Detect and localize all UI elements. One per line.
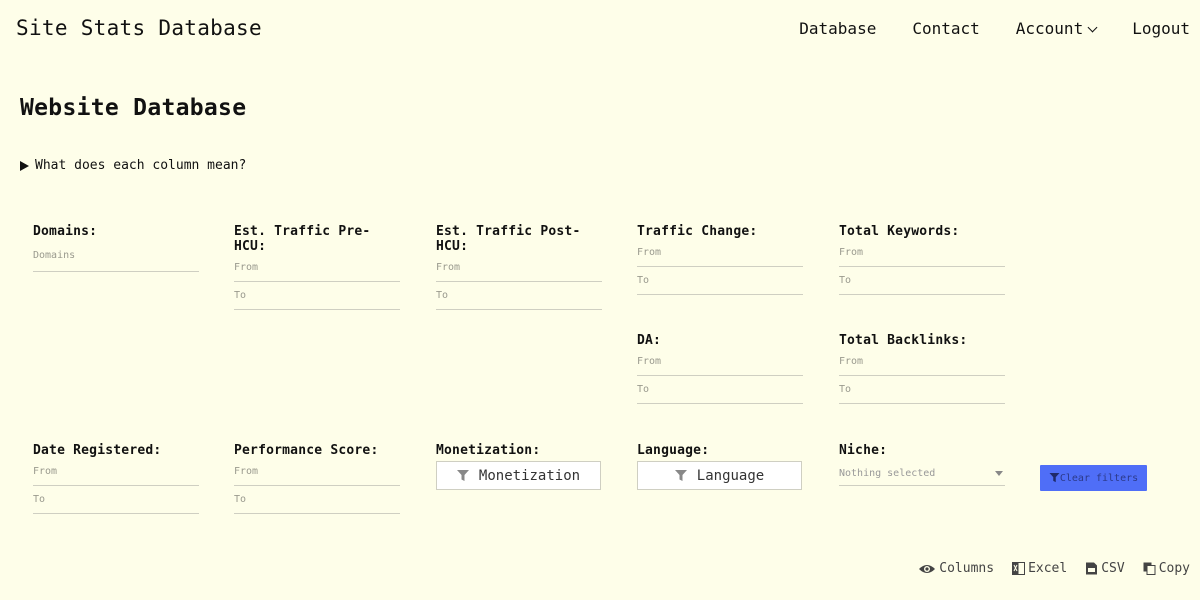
domains-input[interactable]: [33, 239, 199, 272]
filter-total-keywords: Total Keywords:: [839, 224, 1005, 295]
page-title: Website Database: [20, 95, 247, 121]
filter-label: Language:: [637, 443, 710, 458]
monetization-button[interactable]: Monetization: [436, 461, 601, 490]
filter-label: Niche:: [839, 443, 888, 458]
columns-button[interactable]: Columns: [918, 561, 994, 576]
filter-da: DA:: [637, 333, 803, 404]
keywords-to-input[interactable]: [839, 267, 1005, 295]
language-button[interactable]: Language: [637, 461, 802, 490]
filter-total-backlinks: Total Backlinks:: [839, 333, 1005, 404]
traffic-post-from-input[interactable]: [436, 254, 602, 282]
filter-label: Date Registered:: [33, 443, 162, 458]
eye-icon: [919, 564, 936, 573]
nav-account-label: Account: [1015, 19, 1084, 38]
traffic-post-to-input[interactable]: [436, 282, 602, 310]
column-help-label: What does each column mean?: [35, 158, 247, 173]
filter-label: Traffic Change:: [637, 224, 758, 239]
da-to-input[interactable]: [637, 376, 803, 404]
filter-label: Total Keywords:: [839, 224, 960, 239]
filter-label: Domains:: [33, 224, 98, 239]
nav-link-account[interactable]: Account: [1015, 19, 1098, 38]
excel-icon: [1012, 562, 1026, 575]
filter-domains: Domains:: [33, 224, 199, 272]
excel-label: Excel: [1028, 561, 1068, 576]
filter-label: Est. Traffic Post-HCU:: [436, 224, 581, 254]
monetization-button-label: Monetization: [478, 467, 581, 484]
copy-label: Copy: [1158, 561, 1190, 576]
filter-traffic-post: Est. Traffic Post-HCU:: [436, 224, 602, 310]
csv-button[interactable]: CSV: [1085, 561, 1125, 576]
performance-from-input[interactable]: [234, 458, 400, 486]
traffic-change-to-input[interactable]: [637, 267, 803, 295]
da-from-input[interactable]: [637, 348, 803, 376]
nav-link-logout[interactable]: Logout: [1132, 19, 1190, 38]
keywords-from-input[interactable]: [839, 239, 1005, 267]
filter-traffic-pre: Est. Traffic Pre-HCU:: [234, 224, 400, 310]
csv-file-icon: [1086, 562, 1098, 575]
filter-clear-icon: [1049, 473, 1060, 483]
csv-label: CSV: [1101, 561, 1125, 576]
table-tools: Columns Excel CSV Copy: [918, 561, 1190, 576]
traffic-change-from-input[interactable]: [637, 239, 803, 267]
traffic-pre-from-input[interactable]: [234, 254, 400, 282]
language-button-label: Language: [696, 467, 765, 484]
copy-icon: [1143, 562, 1156, 575]
filter-label: DA:: [637, 333, 662, 348]
backlinks-from-input[interactable]: [839, 348, 1005, 376]
copy-button[interactable]: Copy: [1143, 561, 1190, 576]
chevron-down-icon: [1087, 22, 1098, 33]
filter-date-registered: Date Registered:: [33, 443, 199, 514]
niche-select[interactable]: Nothing selected: [839, 462, 1005, 486]
nav-brand[interactable]: Site Stats Database: [16, 16, 262, 40]
filter-language: Language:: [637, 443, 803, 458]
filter-monetization: Monetization:: [436, 443, 602, 458]
caret-down-icon: [995, 471, 1003, 476]
date-from-input[interactable]: [33, 458, 199, 486]
performance-to-input[interactable]: [234, 486, 400, 514]
clear-filters-label: Clear filters: [1059, 472, 1139, 484]
nav-link-database[interactable]: Database: [799, 19, 876, 38]
filter-icon: [456, 469, 469, 481]
clear-filters-button[interactable]: Clear filters: [1040, 465, 1147, 491]
date-to-input[interactable]: [33, 486, 199, 514]
nav-links: Database Contact Account Logout: [799, 19, 1190, 38]
filter-label: Est. Traffic Pre-HCU:: [234, 224, 371, 254]
backlinks-to-input[interactable]: [839, 376, 1005, 404]
excel-button[interactable]: Excel: [1012, 561, 1067, 576]
filter-icon: [674, 469, 687, 481]
filter-label: Total Backlinks:: [839, 333, 968, 348]
caret-right-icon: [20, 160, 29, 171]
filter-performance-score: Performance Score:: [234, 443, 400, 514]
filter-label: Monetization:: [436, 443, 541, 458]
niche-select-value: Nothing selected: [839, 468, 936, 479]
nav-link-contact[interactable]: Contact: [912, 19, 979, 38]
filter-label: Performance Score:: [234, 443, 379, 458]
filter-traffic-change: Traffic Change:: [637, 224, 803, 295]
columns-label: Columns: [939, 561, 995, 576]
column-help-toggle[interactable]: What does each column mean?: [20, 158, 246, 173]
filter-niche: Niche:: [839, 443, 1005, 458]
traffic-pre-to-input[interactable]: [234, 282, 400, 310]
